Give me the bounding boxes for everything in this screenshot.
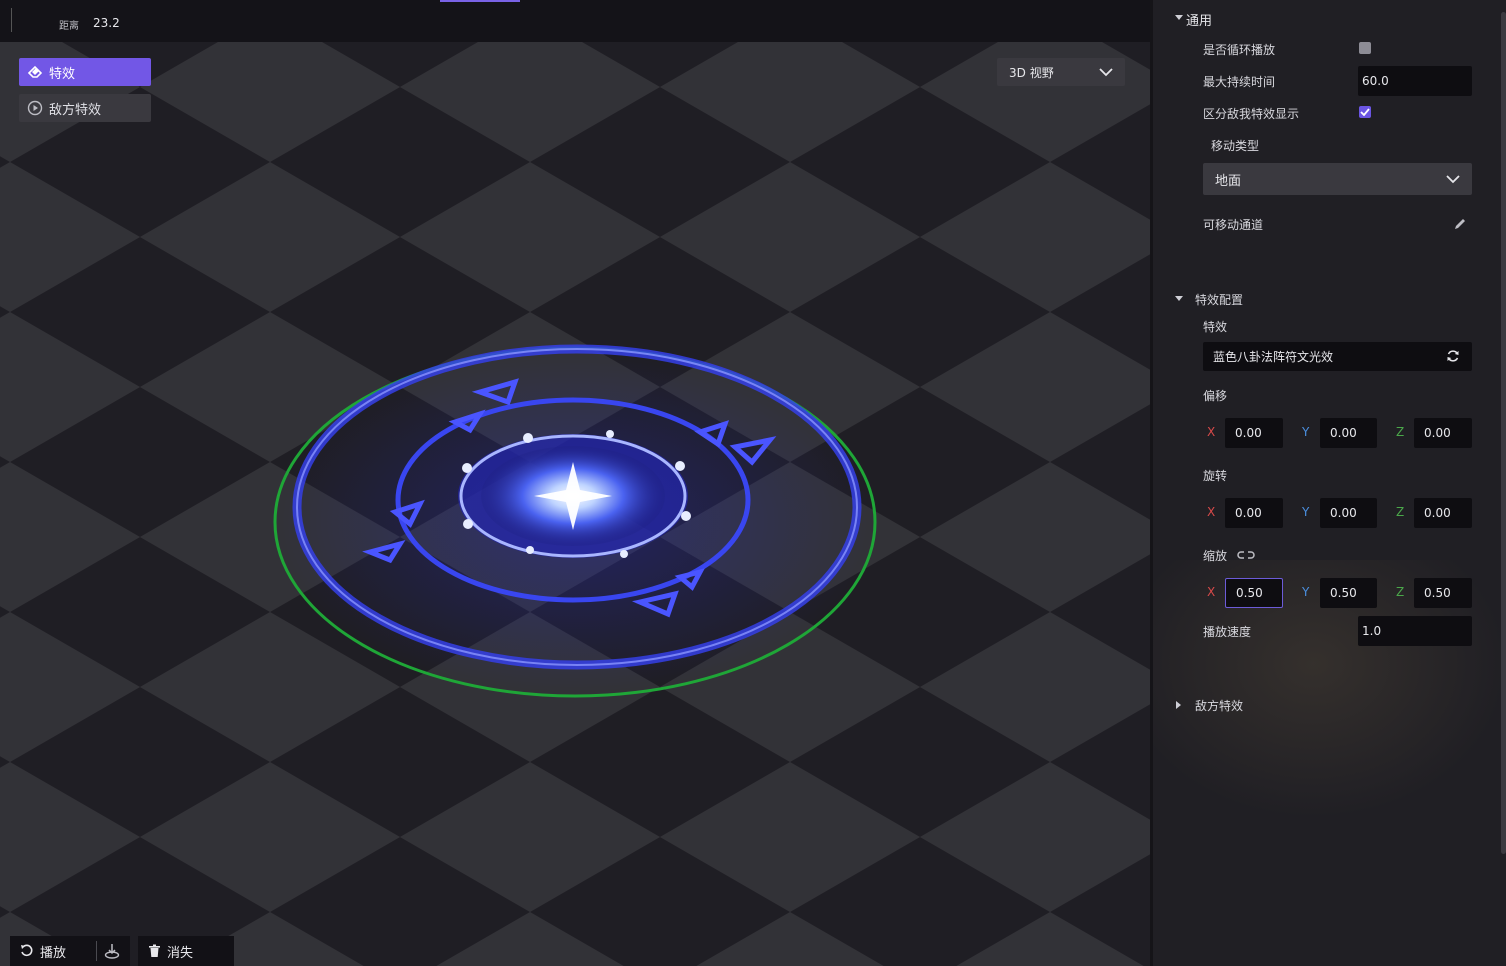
scale-z-input[interactable]: 0.50 [1414,578,1472,608]
movable-channel-label: 可移动通道 [1203,218,1264,232]
collapse-triangle-icon[interactable] [1175,15,1183,20]
properties-panel: 通用 是否循环播放 最大持续时间 60.0 区分敌我特效显示 移动类型 地面 可… [1150,0,1506,966]
rotation-axis-y: Y [1302,505,1310,519]
view-mode-value: 3D 视野 [1009,65,1054,80]
rotation-axis-z: Z [1396,505,1405,519]
distinguish-checkbox[interactable] [1359,106,1371,118]
replay-icon[interactable] [20,944,34,958]
toolbar-divider [96,941,97,961]
effect-label: 特效 [1203,320,1228,334]
enemy-effect-button-label: 敌方特效 [49,102,102,118]
max-duration-input[interactable]: 60.0 [1358,66,1472,96]
active-tab-indicator [440,0,520,2]
playback-toolbar: 播放 消失 [10,936,234,966]
effect-asset-field[interactable]: 蓝色八卦法阵符文光效 [1203,342,1472,371]
view-mode-select[interactable]: 3D 视野 [997,58,1125,86]
checkmark-icon [1360,108,1370,116]
distinguish-label: 区分敌我特效显示 [1203,107,1300,121]
scene-grid [0,42,1150,966]
effect-config-title[interactable]: 特效配置 [1195,291,1243,308]
scale-axis-x: X [1207,585,1216,599]
rotation-label: 旋转 [1203,469,1228,483]
topbar-divider [11,8,12,32]
chevron-down-icon [1446,175,1460,184]
distance-label: 距离 [59,21,79,32]
play-speed-input[interactable]: 1.0 [1358,616,1472,646]
rotation-axis-x: X [1207,505,1216,519]
loop-checkbox[interactable] [1359,42,1371,54]
effect-asset-value: 蓝色八卦法阵符文光效 [1213,350,1334,364]
scale-axis-z: Z [1396,585,1405,599]
offset-x-input[interactable]: 0.00 [1225,418,1283,448]
offset-z-input[interactable]: 0.00 [1414,418,1472,448]
viewport-topbar: 距离 23.2 [0,0,1150,42]
ground-drop-icon[interactable] [103,942,121,960]
scale-y-input[interactable]: 0.50 [1320,578,1377,608]
enemy-effect-section-title[interactable]: 敌方特效 [1195,697,1243,714]
play-control-group: 播放 [10,936,130,966]
loop-label: 是否循环播放 [1203,43,1276,57]
eraser-icon [27,65,43,78]
vanish-button[interactable]: 消失 [138,936,234,966]
offset-axis-z: Z [1396,425,1405,439]
edit-pencil-icon[interactable] [1453,217,1467,231]
vanish-label: 消失 [167,945,194,961]
offset-axis-y: Y [1302,425,1310,439]
play-speed-label: 播放速度 [1203,625,1252,639]
play-button[interactable]: 播放 [40,942,66,961]
max-duration-label: 最大持续时间 [1203,75,1276,89]
expand-triangle-icon[interactable] [1176,701,1181,709]
play-circle-icon [27,100,43,116]
effect-button-label: 特效 [49,66,76,82]
trash-icon [149,944,160,957]
offset-axis-x: X [1207,425,1216,439]
move-type-label: 移动类型 [1211,139,1260,153]
rotation-y-input[interactable]: 0.00 [1320,498,1377,528]
scene-viewport[interactable]: 距离 23.2 特效 敌方特效 3D 视野 播放 消失 [0,0,1150,966]
offset-label: 偏移 [1203,389,1228,403]
effect-button[interactable]: 特效 [19,58,151,86]
collapse-triangle-icon[interactable] [1175,296,1183,301]
move-type-value: 地面 [1215,173,1242,189]
move-type-select[interactable]: 地面 [1203,163,1472,195]
scale-x-input[interactable]: 0.50 [1225,578,1283,608]
panel-scrollbar[interactable] [1501,12,1506,854]
link-icon[interactable] [1237,549,1255,561]
refresh-icon[interactable] [1446,349,1460,363]
scale-label: 缩放 [1203,549,1228,563]
general-section-title[interactable]: 通用 [1186,10,1212,29]
scale-axis-y: Y [1302,585,1310,599]
rotation-x-input[interactable]: 0.00 [1225,498,1283,528]
distance-value: 23.2 [93,16,120,30]
chevron-down-icon [1099,68,1113,77]
offset-y-input[interactable]: 0.00 [1320,418,1377,448]
enemy-effect-button[interactable]: 敌方特效 [19,94,151,122]
rotation-z-input[interactable]: 0.00 [1414,498,1472,528]
